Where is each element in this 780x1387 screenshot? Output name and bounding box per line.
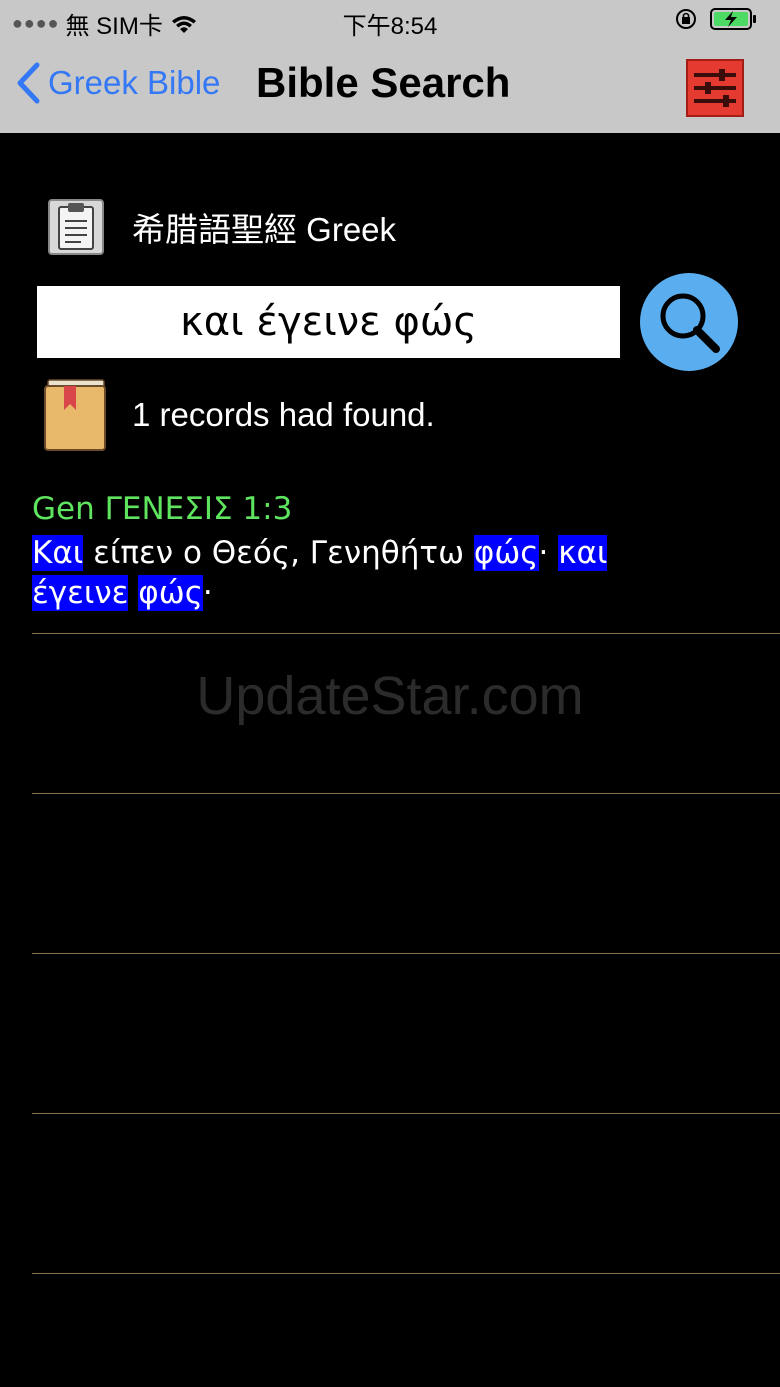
result-count: 1 records had found. [132, 396, 435, 433]
settings-sliders-icon[interactable] [686, 59, 744, 117]
verse-fragment: · [538, 535, 559, 571]
row-separator [32, 793, 780, 794]
clock: 下午8:54 [342, 13, 438, 40]
watermark: UpdateStar.com [196, 666, 584, 726]
row-separator [32, 953, 780, 954]
version-selector[interactable]: 希腊語聖經 Greek [48, 199, 396, 255]
highlighted-word: έγεινε [32, 575, 129, 611]
orientation-lock-icon [676, 9, 696, 29]
status-icons [674, 7, 758, 31]
verse-fragment: είπεν ο Θεός, Γενηθήτω [83, 535, 474, 571]
status-bar: ●●●● 無 SIM卡 下午8:54 [0, 0, 780, 40]
highlighted-word: Και [32, 535, 84, 571]
highlighted-word: φώς [473, 535, 539, 571]
verse-fragment [128, 575, 138, 611]
clipboard-icon [48, 199, 104, 255]
row-separator [32, 1113, 780, 1114]
magnifier-icon [660, 293, 720, 353]
navigation-bar: Greek Bible Bible Search [0, 40, 780, 133]
row-separator [32, 633, 780, 634]
book-icon [44, 379, 106, 451]
verse-reference[interactable]: Gen ΓΕΝΕΣΙΣ 1:3 [32, 491, 292, 527]
highlighted-word: και [558, 535, 608, 571]
bible-version-label: 希腊語聖經 Greek [132, 211, 397, 248]
search-button[interactable] [640, 273, 738, 371]
page-title: Bible Search [256, 59, 511, 106]
battery-charging-icon [710, 8, 756, 30]
back-button[interactable]: Greek Bible [16, 62, 220, 104]
row-separator [32, 1273, 780, 1274]
highlighted-word: φώς [138, 575, 203, 611]
verse-fragment: · [202, 575, 213, 611]
result-summary: 1 records had found. [42, 378, 435, 452]
verse-text[interactable]: Και είπεν ο Θεός, Γενηθήτω φώς· και έγειν… [32, 533, 752, 613]
chevron-left-icon [17, 62, 40, 104]
back-label: Greek Bible [48, 64, 221, 101]
search-input[interactable] [37, 286, 620, 358]
